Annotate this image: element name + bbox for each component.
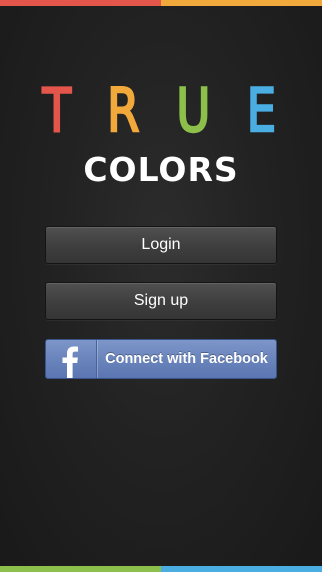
connect-facebook-button[interactable]: Connect with Facebook [45,339,277,379]
logo-colors-word: COLORS [83,150,239,189]
top-stripe-red [0,0,161,6]
bottom-color-stripe [0,566,322,572]
logo-letter-u: U [175,75,214,147]
facebook-icon [46,340,97,378]
signup-button[interactable]: Sign up [45,282,277,320]
bottom-stripe-green [0,566,161,572]
logo-letter-r: R [106,75,143,147]
app-logo: T R U E COLORS [0,74,322,189]
facebook-button-label: Connect with Facebook [105,351,268,367]
logo-letter-t: T [42,75,75,147]
login-screen: T R U E COLORS Login Sign up Connect wit… [0,0,322,572]
top-color-stripe [0,0,322,6]
top-stripe-orange [161,0,322,6]
logo-true-word: T R U E [0,74,322,148]
logo-letter-e: E [245,75,280,147]
bottom-stripe-blue [161,566,322,572]
login-button[interactable]: Login [45,226,277,264]
